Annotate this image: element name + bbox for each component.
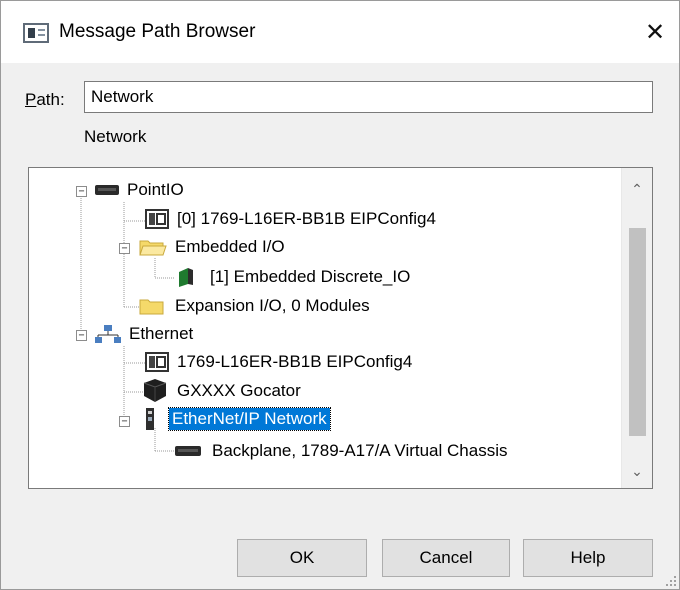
tree-node-label: Ethernet: [129, 324, 194, 343]
tree-node-label: EtherNet/IP Network: [168, 407, 331, 431]
chevron-down-icon: ⌄: [631, 462, 643, 479]
window-app-icon: [23, 23, 49, 43]
tree-node-embedded-discrete-io[interactable]: [1] Embedded Discrete_IO: [175, 264, 413, 290]
tree-node-embedded-io[interactable]: Embedded I/O: [139, 234, 288, 260]
tree-node-label: 1769-L16ER-BB1B EIPConfig4: [177, 352, 413, 371]
device-tree[interactable]: − PointIO [0] 1769-L16ER-BB1B EIPConfig4…: [28, 167, 653, 489]
tree-node-expansion-io[interactable]: Expansion I/O, 0 Modules: [139, 293, 373, 319]
scrollbar-thumb[interactable]: [629, 228, 646, 436]
close-button[interactable]: ✕: [633, 13, 677, 51]
path-input[interactable]: [84, 81, 653, 113]
collapse-ethernet-icon[interactable]: −: [76, 330, 87, 341]
resize-grip-icon[interactable]: [665, 575, 677, 587]
tree-node-label: [0] 1769-L16ER-BB1B EIPConfig4: [177, 209, 436, 228]
ethernet-port-icon: [146, 408, 154, 430]
collapse-pointio-icon[interactable]: −: [76, 186, 87, 197]
tree-vertical-scrollbar[interactable]: ⌃ ⌄: [621, 168, 652, 488]
collapse-embedded-io-icon[interactable]: −: [119, 243, 130, 254]
close-icon: ✕: [644, 18, 666, 46]
cancel-button[interactable]: Cancel: [382, 539, 510, 577]
tree-node-controller-0[interactable]: [0] 1769-L16ER-BB1B EIPConfig4: [145, 206, 439, 232]
scroll-up-button[interactable]: ⌃: [622, 174, 652, 204]
chevron-up-icon: ⌃: [631, 180, 643, 197]
tree-node-label: Expansion I/O, 0 Modules: [175, 296, 370, 315]
tree-node-pointio[interactable]: PointIO: [95, 177, 187, 203]
path-label: Path:: [25, 90, 65, 109]
path-display: Network: [84, 127, 147, 146]
tree-node-label: Backplane, 1789-A17/A Virtual Chassis: [212, 441, 508, 460]
tree-node-label: [1] Embedded Discrete_IO: [210, 267, 411, 286]
tree-node-controller-ethernet[interactable]: 1769-L16ER-BB1B EIPConfig4: [145, 349, 415, 375]
window-title: Message Path Browser: [59, 21, 256, 42]
io-module-icon: [179, 268, 193, 287]
sensor-device-icon: [143, 379, 167, 402]
controller-module-icon: [145, 209, 169, 229]
folder-icon: [139, 299, 164, 315]
backplane-icon: [175, 446, 201, 456]
help-button[interactable]: Help: [523, 539, 653, 577]
ok-button[interactable]: OK: [237, 539, 367, 577]
tree-node-label: PointIO: [127, 180, 184, 199]
open-folder-icon: [139, 240, 167, 256]
tree-node-virtual-chassis[interactable]: Backplane, 1789-A17/A Virtual Chassis: [175, 438, 510, 464]
message-path-browser-dialog: Message Path Browser ✕ Path: Network Net…: [0, 0, 680, 590]
title-bar: Message Path Browser ✕: [1, 1, 679, 63]
tree-node-label: GXXXX Gocator: [177, 381, 301, 400]
controller-module-icon: [145, 352, 169, 372]
network-icon: [95, 325, 121, 343]
tree-node-ethernetip-network[interactable]: EtherNet/IP Network: [143, 406, 331, 432]
scroll-down-button[interactable]: ⌄: [622, 456, 652, 486]
tree-node-label: Embedded I/O: [175, 237, 285, 256]
tree-node-ethernet[interactable]: Ethernet: [95, 321, 196, 347]
collapse-ethernetip-network-icon[interactable]: −: [119, 416, 130, 427]
backplane-icon: [95, 185, 119, 195]
tree-node-gocator[interactable]: GXXXX Gocator: [141, 378, 304, 404]
